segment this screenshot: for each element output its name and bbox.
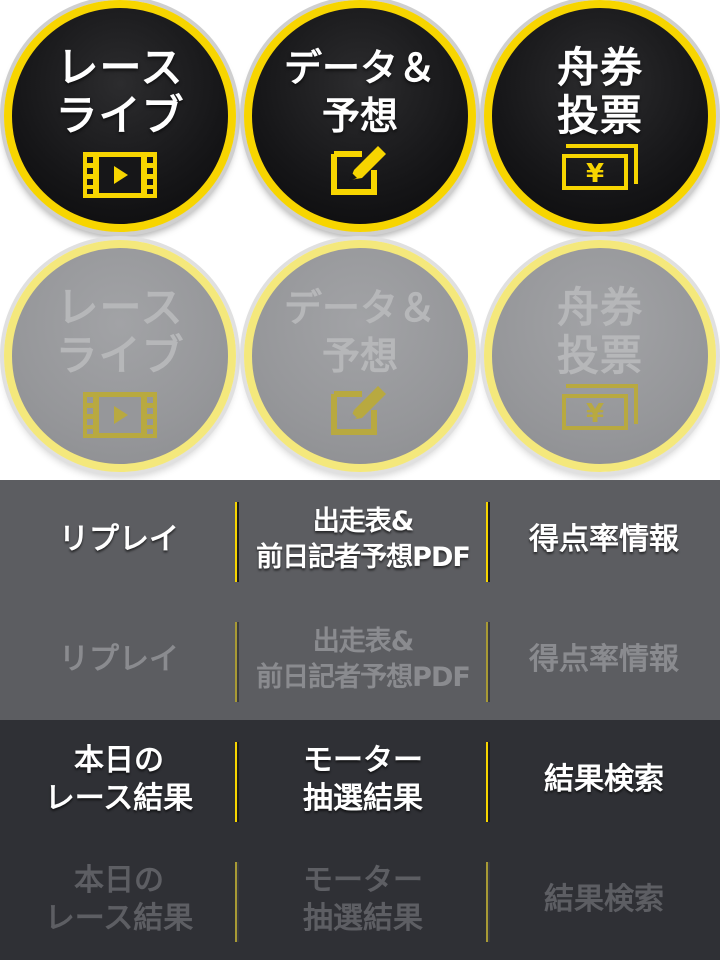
replay-label-disabled: リプレイ (59, 642, 179, 677)
film-play-icon (83, 392, 157, 438)
text-button-section-b: 本日の レース結果 モーター 抽選結果 結果検索 本日の レース結果 モーター … (0, 720, 720, 960)
replay-label: リプレイ (59, 522, 179, 557)
svg-text:¥: ¥ (586, 159, 604, 189)
ticket-vote-label: 舟券 投票 (556, 43, 643, 140)
entry-table-pdf-button[interactable]: 出走表& 前日記者予想PDF (238, 480, 488, 600)
data-prediction-label: データ＆ 予想 (283, 46, 436, 138)
ticket-vote-label-disabled: 舟券 投票 (556, 283, 643, 380)
today-results-button[interactable]: 本日の レース結果 (0, 720, 238, 840)
replay-button-disabled[interactable]: リプレイ (0, 600, 238, 720)
today-results-button-disabled[interactable]: 本日の レース結果 (0, 840, 238, 960)
text-button-row-a-inactive: リプレイ 出走表& 前日記者予想PDF 得点率情報 (0, 600, 720, 720)
edit-note-icon (331, 146, 386, 195)
motor-lottery-label-disabled: モーター 抽選結果 (303, 863, 423, 936)
result-search-label-disabled: 結果検索 (544, 882, 664, 917)
score-rate-button-disabled[interactable]: 得点率情報 (488, 600, 720, 720)
result-search-label: 結果検索 (544, 762, 664, 797)
race-live-label: レース ライブ (55, 43, 185, 140)
motor-lottery-button[interactable]: モーター 抽選結果 (238, 720, 488, 840)
race-live-button[interactable]: レース ライブ (4, 0, 236, 232)
data-prediction-button[interactable]: データ＆ 予想 (244, 0, 476, 232)
svg-text:¥: ¥ (586, 399, 604, 429)
score-rate-button[interactable]: 得点率情報 (488, 480, 720, 600)
replay-button[interactable]: リプレイ (0, 480, 238, 600)
motor-lottery-label: モーター 抽選結果 (303, 743, 423, 816)
entry-table-pdf-button-disabled[interactable]: 出走表& 前日記者予想PDF (238, 600, 488, 720)
circle-button-grid: レース ライブ データ＆ 予想 舟券 投票 ¥ レース ライブ データ＆ 予想 … (0, 0, 720, 480)
motor-lottery-button-disabled[interactable]: モーター 抽選結果 (238, 840, 488, 960)
button-sprite-sheet: レース ライブ データ＆ 予想 舟券 投票 ¥ レース ライブ データ＆ 予想 … (0, 0, 720, 960)
edit-note-icon (331, 386, 386, 435)
text-button-row-a-active: リプレイ 出走表& 前日記者予想PDF 得点率情報 (0, 480, 720, 600)
today-results-label: 本日の レース結果 (44, 743, 194, 816)
entry-table-pdf-label: 出走表& 前日記者予想PDF (256, 506, 471, 573)
result-search-button[interactable]: 結果検索 (488, 720, 720, 840)
score-rate-label: 得点率情報 (529, 522, 679, 557)
race-live-label-disabled: レース ライブ (55, 283, 185, 380)
data-prediction-label-disabled: データ＆ 予想 (283, 286, 436, 378)
film-play-icon (83, 152, 157, 198)
today-results-label-disabled: 本日の レース結果 (44, 863, 194, 936)
entry-table-pdf-label-disabled: 出走表& 前日記者予想PDF (256, 626, 471, 693)
data-prediction-button-disabled[interactable]: データ＆ 予想 (244, 240, 476, 472)
text-button-section-a: リプレイ 出走表& 前日記者予想PDF 得点率情報 リプレイ 出走表& 前日記者… (0, 480, 720, 720)
race-live-button-disabled[interactable]: レース ライブ (4, 240, 236, 472)
yen-ticket-icon: ¥ (562, 384, 638, 430)
score-rate-label-disabled: 得点率情報 (529, 642, 679, 677)
result-search-button-disabled[interactable]: 結果検索 (488, 840, 720, 960)
text-button-row-b-active: 本日の レース結果 モーター 抽選結果 結果検索 (0, 720, 720, 840)
text-button-row-b-inactive: 本日の レース結果 モーター 抽選結果 結果検索 (0, 840, 720, 960)
ticket-vote-button[interactable]: 舟券 投票 ¥ (484, 0, 716, 232)
ticket-vote-button-disabled[interactable]: 舟券 投票 ¥ (484, 240, 716, 472)
yen-ticket-icon: ¥ (562, 144, 638, 190)
